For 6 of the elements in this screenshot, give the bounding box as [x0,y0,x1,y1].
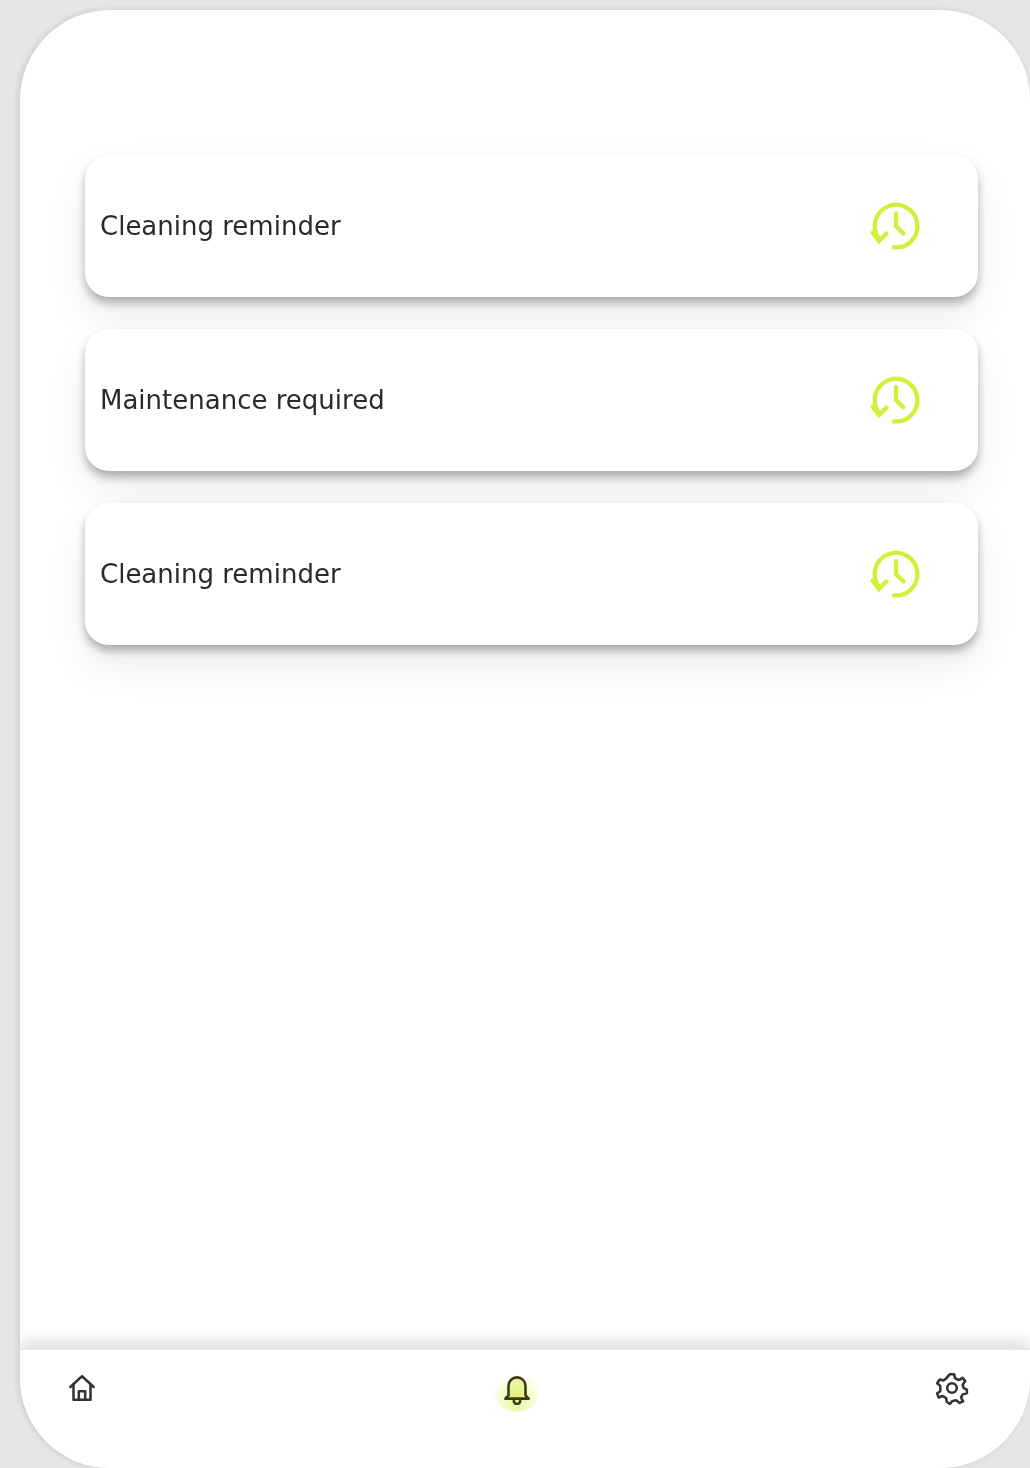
notification-card[interactable]: Maintenance required [85,329,978,471]
notification-title: Cleaning reminder [100,559,341,589]
notification-title: Maintenance required [100,385,385,415]
notification-card[interactable]: Cleaning reminder [85,503,978,645]
notification-title: Cleaning reminder [100,211,341,241]
notification-card[interactable]: Cleaning reminder [85,155,978,297]
